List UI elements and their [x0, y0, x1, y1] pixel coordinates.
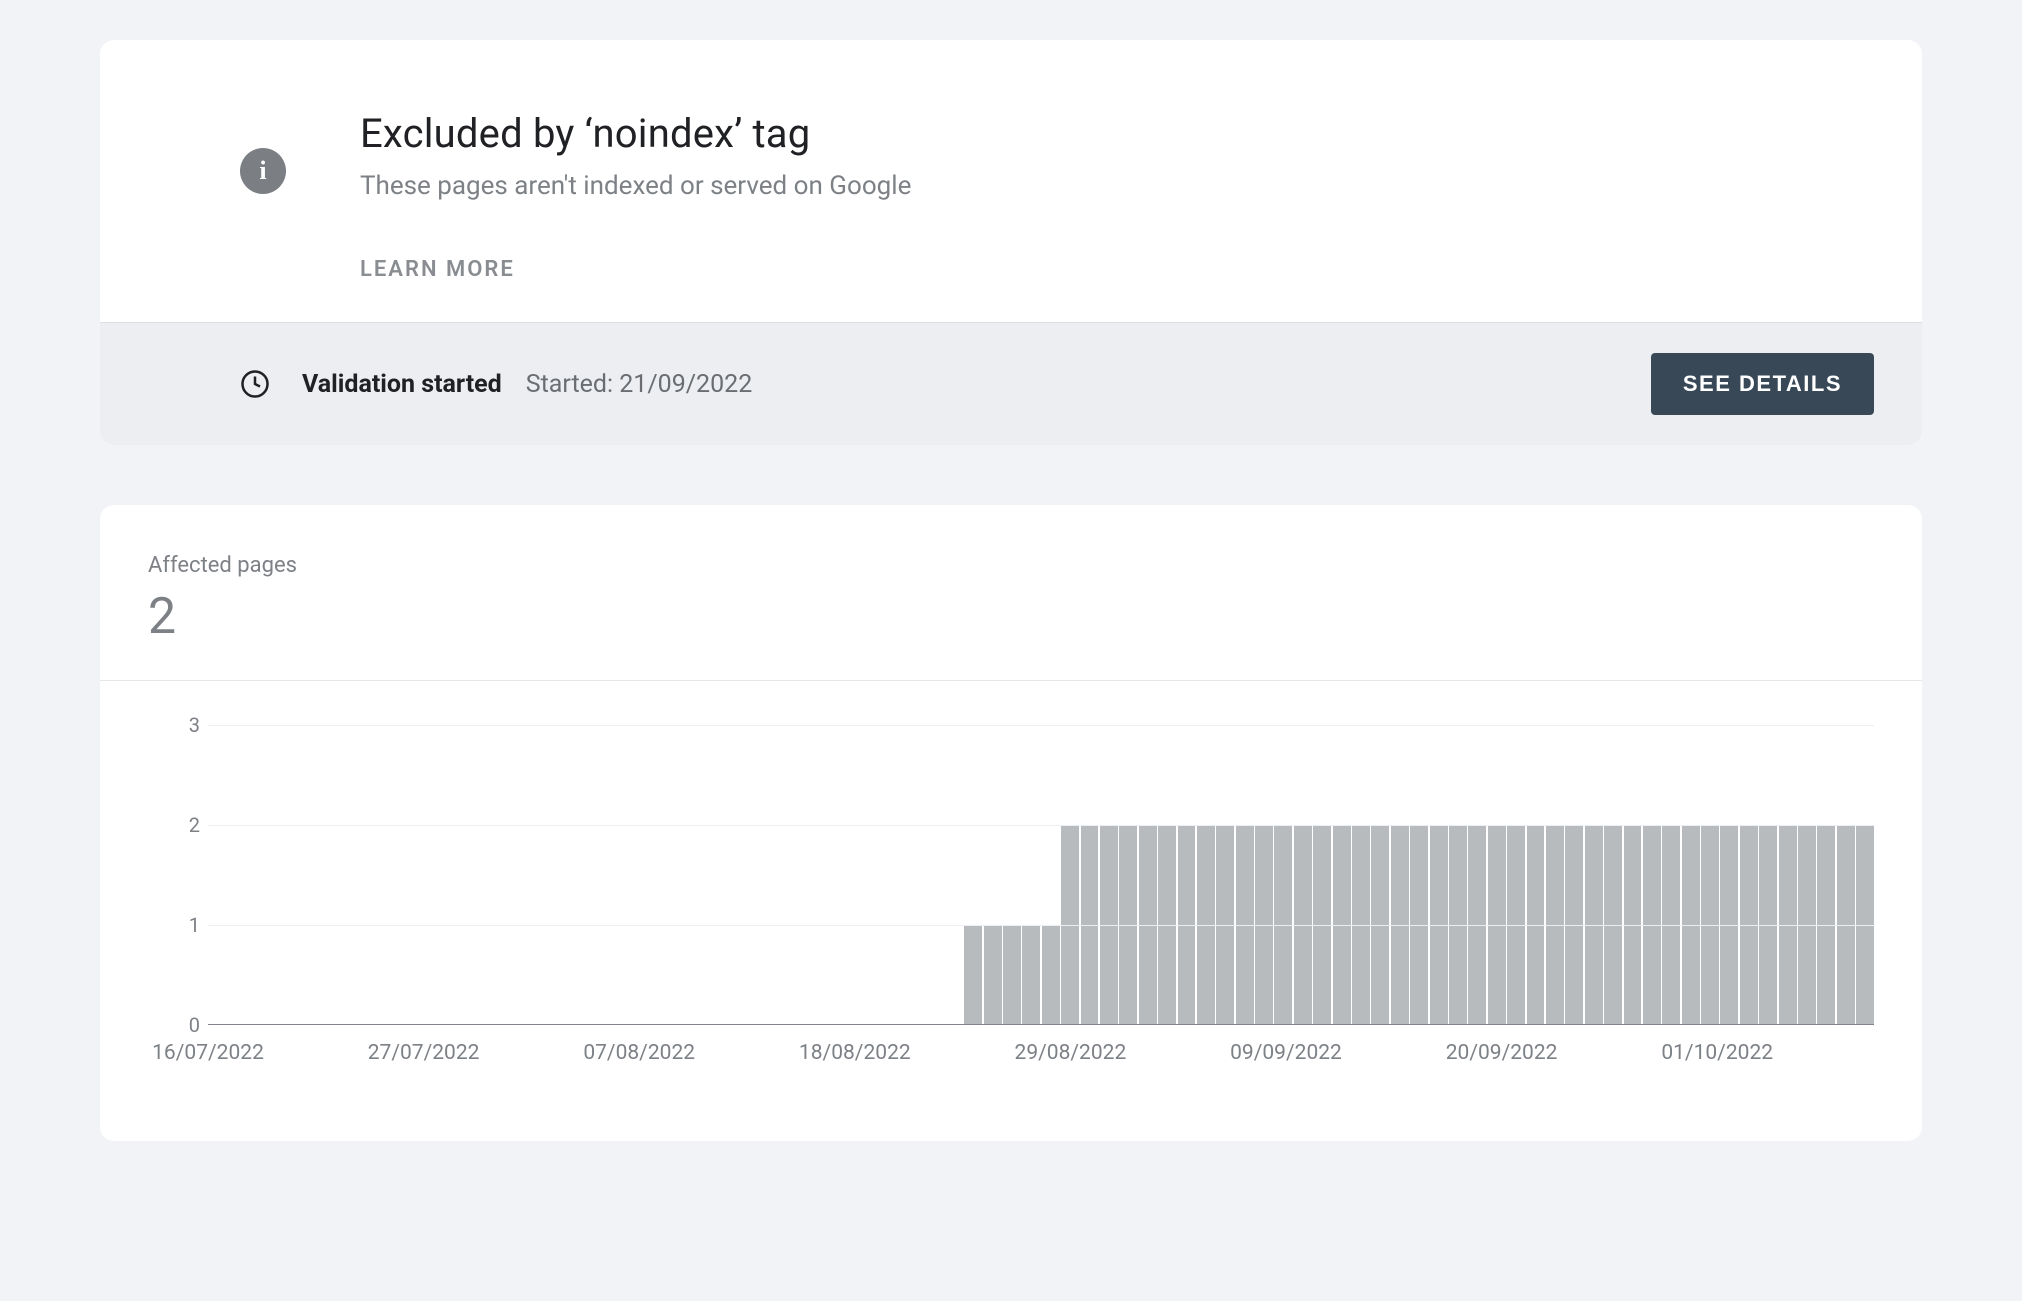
chart-bar: [1042, 925, 1060, 1025]
affected-pages-count: 2: [100, 588, 1922, 646]
chart-gridline: [208, 825, 1874, 826]
chart-y-tick: 0: [160, 1013, 200, 1037]
chart-y-tick: 3: [160, 713, 200, 737]
learn-more-link[interactable]: LEARN MORE: [360, 257, 1922, 282]
chart-card: Affected pages 2 0123 16/07/202227/07/20…: [100, 505, 1922, 1141]
chart-x-tick: 07/08/2022: [583, 1041, 695, 1065]
chart-x-tick: 16/07/2022: [152, 1041, 264, 1065]
chart-gridline: [208, 725, 1874, 726]
chart-gridline: [208, 925, 1874, 926]
chart-bar: [984, 925, 1002, 1025]
status-title: Excluded by ‘noindex’ tag: [360, 110, 1922, 157]
chart-area: 0123 16/07/202227/07/202207/08/202218/08…: [100, 680, 1922, 1081]
status-header: i Excluded by ‘noindex’ tag These pages …: [100, 40, 1922, 322]
chart-y-tick: 1: [160, 913, 200, 937]
chart-bar: [1003, 925, 1021, 1025]
chart-x-tick: 29/08/2022: [1015, 1041, 1127, 1065]
chart-x-tick: 27/07/2022: [368, 1041, 480, 1065]
chart-x-tick: 18/08/2022: [799, 1041, 911, 1065]
chart-y-tick: 2: [160, 813, 200, 837]
affected-pages-label: Affected pages: [100, 553, 1922, 578]
info-icon: i: [240, 148, 286, 194]
chart-x-axis: [208, 1024, 1874, 1025]
chart-bars: [208, 725, 1874, 1025]
chart-bar: [1022, 925, 1040, 1025]
chart-plot: 0123: [208, 725, 1874, 1025]
chart-x-ticks: 16/07/202227/07/202207/08/202218/08/2022…: [208, 1041, 1874, 1081]
chart-x-tick: 09/09/2022: [1230, 1041, 1342, 1065]
chart-x-tick: 20/09/2022: [1446, 1041, 1558, 1065]
clock-icon: [240, 369, 270, 399]
chart-x-tick: 01/10/2022: [1661, 1041, 1773, 1065]
chart-bar: [964, 925, 982, 1025]
validation-label: Validation started: [302, 370, 502, 399]
validation-started-date: Started: 21/09/2022: [526, 370, 753, 399]
status-card: i Excluded by ‘noindex’ tag These pages …: [100, 40, 1922, 445]
validation-bar: Validation started Started: 21/09/2022 S…: [100, 322, 1922, 445]
status-subtitle: These pages aren't indexed or served on …: [360, 171, 1922, 201]
see-details-button[interactable]: SEE DETAILS: [1651, 353, 1874, 415]
